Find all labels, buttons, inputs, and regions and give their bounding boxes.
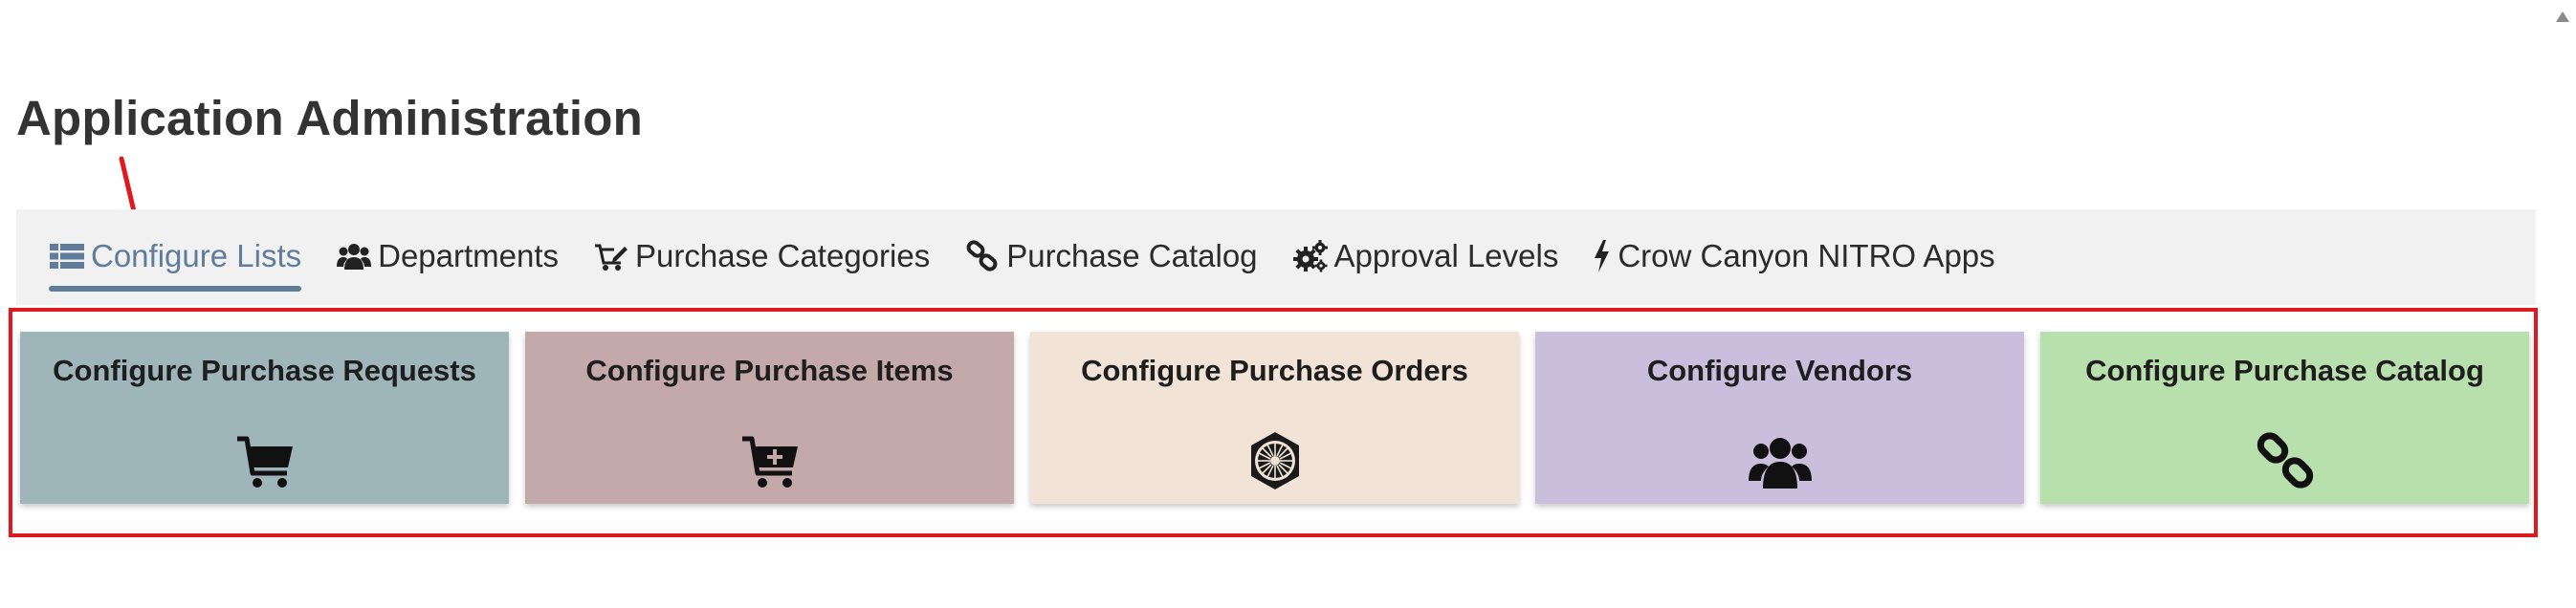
tab-label: Purchase Categories (635, 238, 931, 273)
cart-edit-icon (593, 238, 629, 274)
users-icon (336, 238, 372, 274)
tab-purchase-categories[interactable]: Purchase Categories (593, 232, 930, 280)
card-title: Configure Purchase Catalog (2085, 354, 2484, 387)
list-icon (49, 238, 85, 274)
tab-approval-levels[interactable]: Approval Levels (1292, 232, 1559, 280)
bolt-icon (1593, 238, 1612, 274)
card-title: Configure Purchase Items (585, 354, 954, 387)
tab-purchase-catalog[interactable]: Purchase Catalog (964, 232, 1258, 280)
link-icon (2254, 429, 2317, 492)
card-title: Configure Purchase Orders (1081, 354, 1468, 387)
gears-icon (1292, 238, 1329, 274)
card-title: Configure Purchase Requests (53, 354, 476, 387)
tab-label: Configure Lists (91, 238, 302, 273)
tab-label: Purchase Catalog (1006, 238, 1258, 273)
card-configure-vendors[interactable]: Configure Vendors (1535, 332, 2024, 504)
cart-plus-icon (738, 429, 802, 492)
scroll-up-arrow[interactable] (2553, 8, 2572, 27)
tab-label: Approval Levels (1333, 238, 1559, 273)
cart-icon (233, 429, 297, 492)
card-configure-purchase-catalog[interactable]: Configure Purchase Catalog (2040, 332, 2529, 504)
tab-configure-lists[interactable]: Configure Lists (49, 232, 302, 292)
tab-departments[interactable]: Departments (336, 232, 559, 280)
page-title: Application Administration (16, 91, 643, 145)
tab-list: Configure Lists Departments Purchase Cat… (49, 232, 2030, 305)
card-configure-purchase-orders[interactable]: Configure Purchase Orders (1030, 332, 1519, 504)
tab-bar: Configure Lists Departments Purchase Cat… (16, 209, 2536, 305)
card-configure-purchase-requests[interactable]: Configure Purchase Requests (20, 332, 509, 504)
link-icon (964, 238, 1001, 274)
card-configure-purchase-items[interactable]: Configure Purchase Items (525, 332, 1014, 504)
emblem-icon (1244, 429, 1307, 492)
users-icon (1748, 429, 1812, 492)
tab-label: Departments (378, 238, 560, 273)
tab-crow-canyon-nitro-apps[interactable]: Crow Canyon NITRO Apps (1593, 232, 1995, 280)
card-title: Configure Vendors (1646, 354, 1913, 387)
tab-label: Crow Canyon NITRO Apps (1618, 238, 1995, 273)
